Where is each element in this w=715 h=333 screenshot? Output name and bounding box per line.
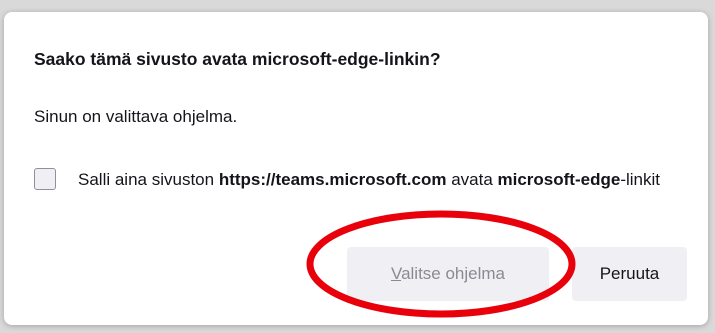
- open-link-dialog: Saako tämä sivusto avata microsoft-edge-…: [4, 12, 708, 325]
- dialog-title: Saako tämä sivusto avata microsoft-edge-…: [34, 49, 441, 69]
- always-allow-checkbox[interactable]: [34, 168, 56, 190]
- label-suffix: -linkit: [620, 170, 660, 189]
- label-site: https://teams.microsoft.com: [218, 170, 447, 189]
- label-prefix: Salli aina sivuston: [78, 170, 219, 189]
- choose-application-button[interactable]: Valitse ohjelma: [347, 247, 549, 301]
- label-middle: avata: [446, 170, 498, 189]
- label-scheme: microsoft-edge: [497, 170, 621, 189]
- dialog-message: Sinun on valittava ohjelma.: [34, 107, 238, 126]
- always-allow-label[interactable]: Salli aina sivuston https://teams.micros…: [78, 167, 688, 192]
- cancel-button[interactable]: Peruuta: [572, 247, 687, 301]
- choose-access-key: V: [390, 264, 402, 283]
- dialog-buttons: Valitse ohjelma Peruuta: [4, 247, 708, 302]
- choose-label: alitse ohjelma: [401, 264, 506, 283]
